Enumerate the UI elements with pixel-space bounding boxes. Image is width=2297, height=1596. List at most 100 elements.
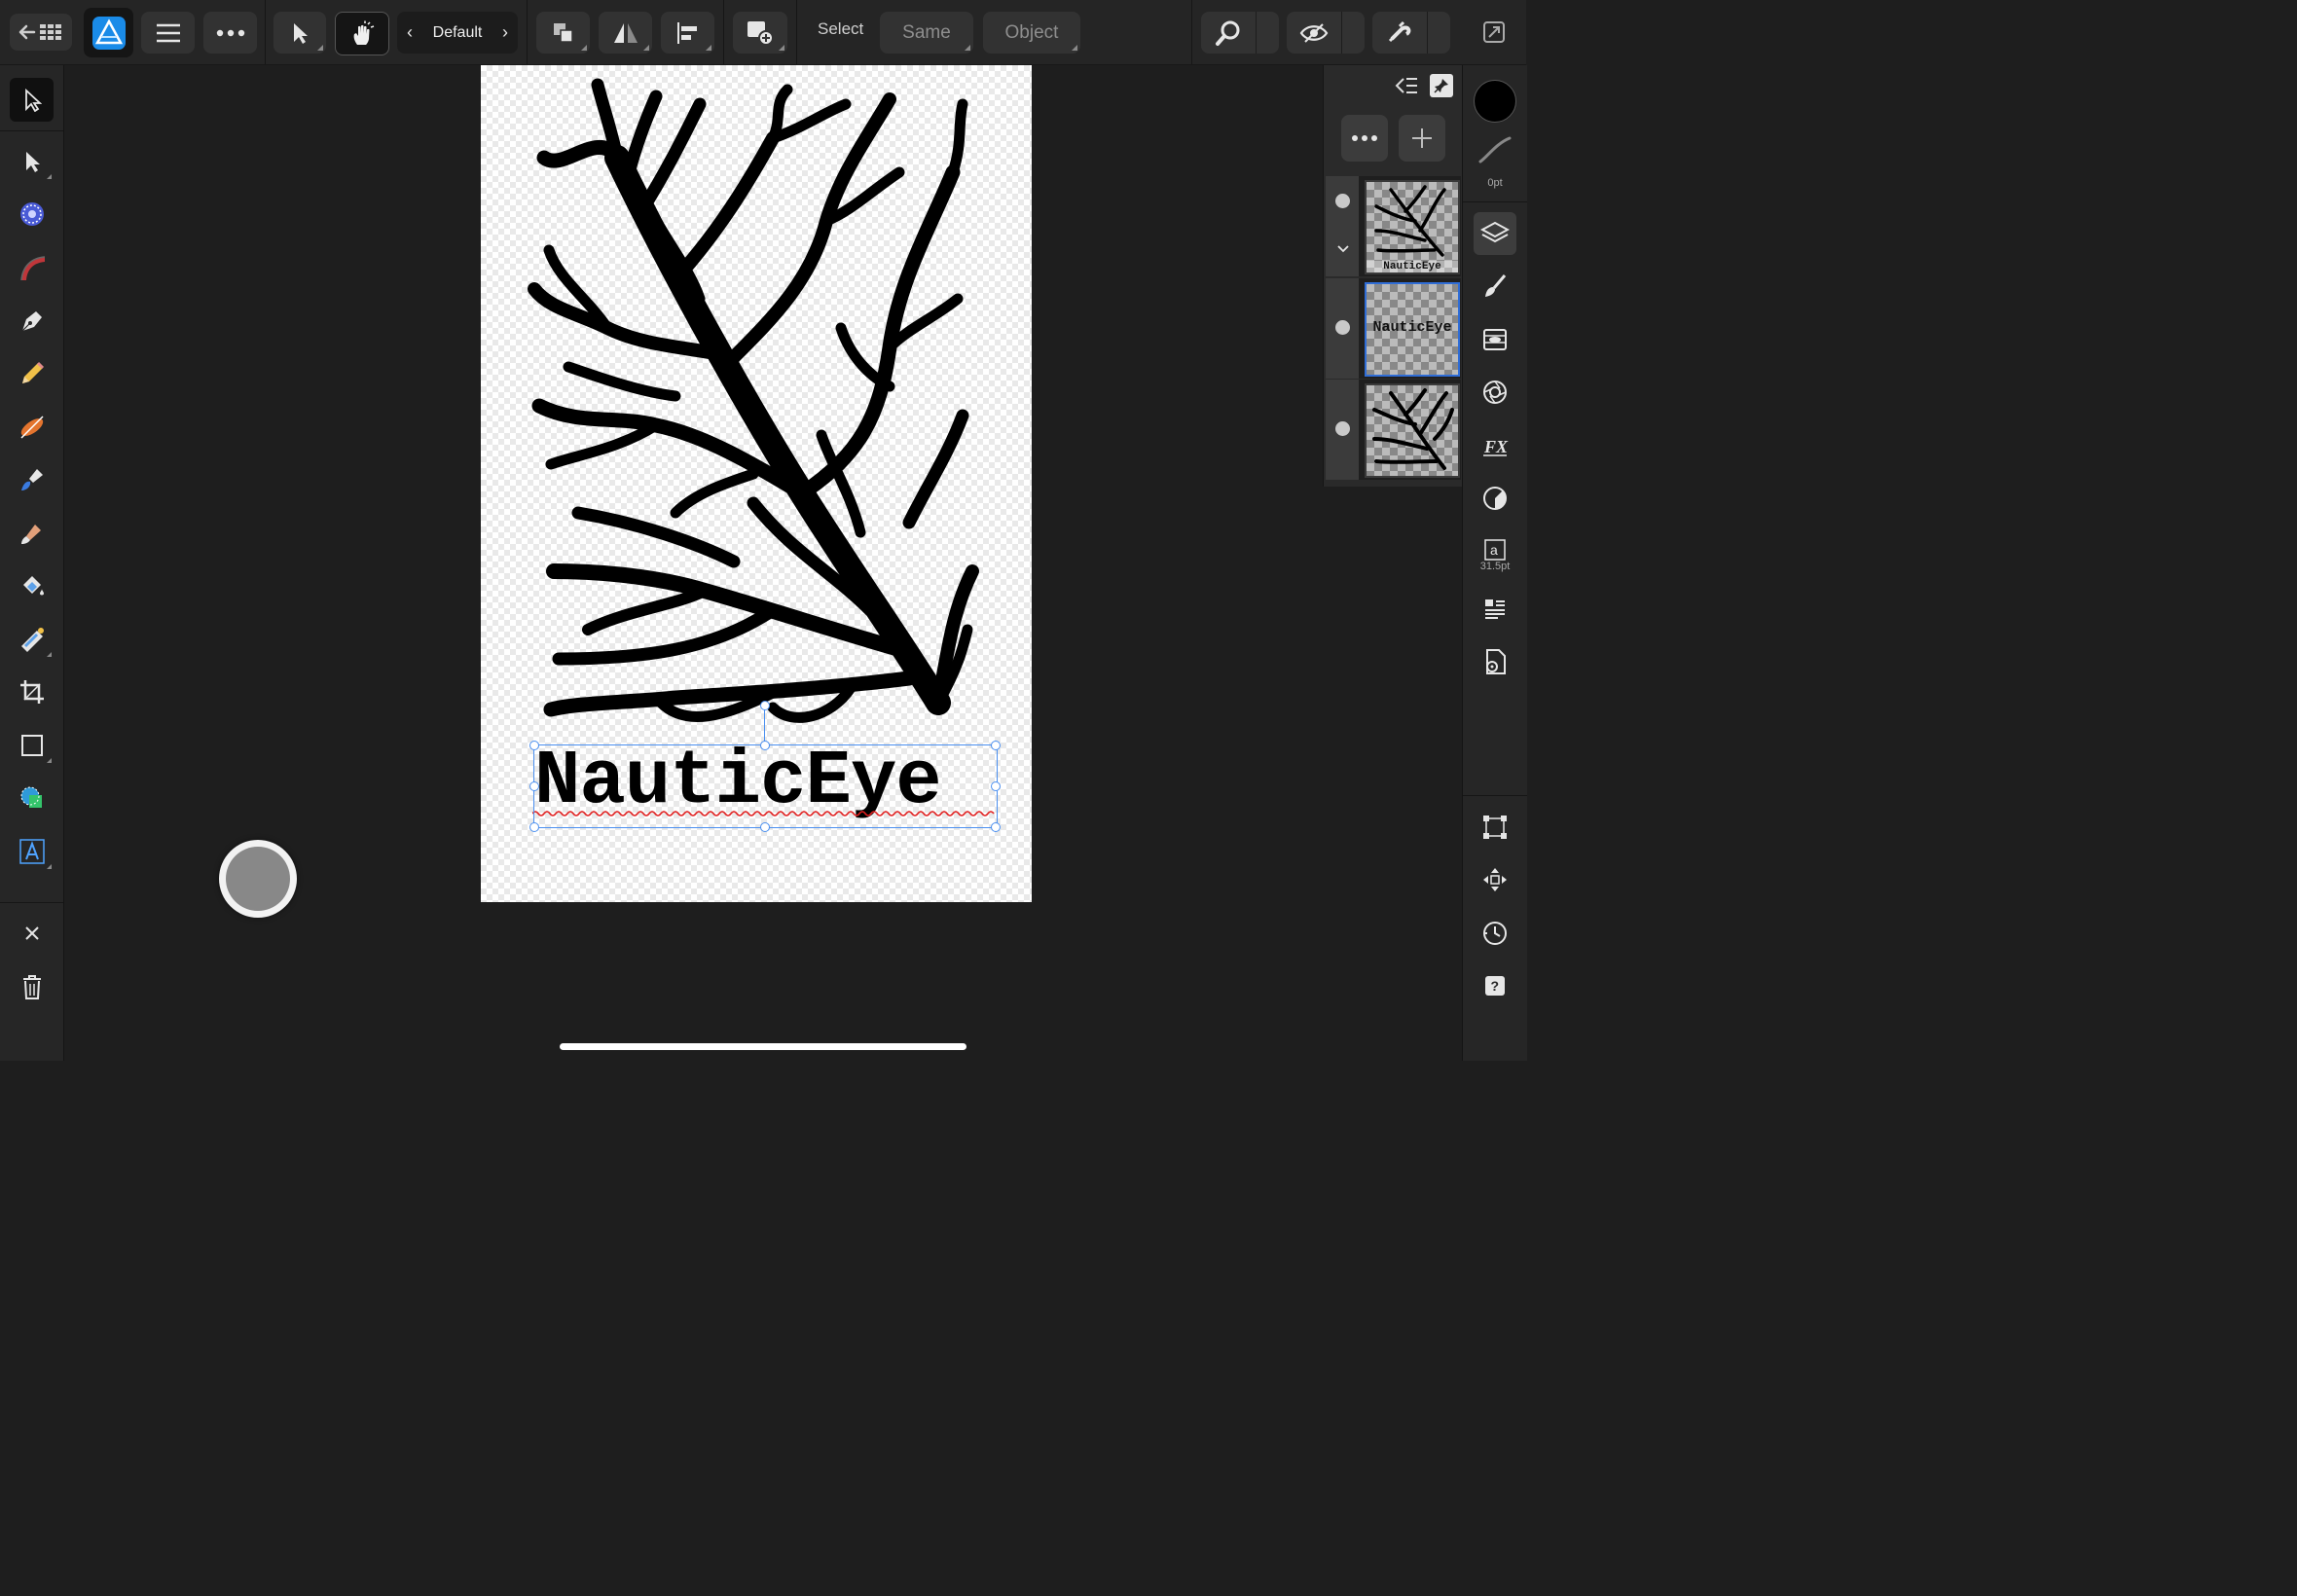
collapse-list-icon — [1395, 78, 1417, 93]
zoom-button[interactable] — [1201, 12, 1279, 54]
divider — [0, 902, 63, 903]
rotation-handle-stem — [764, 708, 765, 744]
visibility-dot-icon[interactable] — [1335, 194, 1350, 208]
shape-builder-icon — [20, 786, 42, 808]
visibility-dot-icon[interactable] — [1335, 320, 1350, 335]
effects-studio-button[interactable]: FX — [1474, 424, 1516, 467]
layer-row-group[interactable]: NauticEye — [1326, 176, 1461, 276]
rectangle-tool[interactable] — [10, 723, 54, 767]
home-indicator[interactable] — [560, 1043, 966, 1050]
layer-options-button[interactable] — [1341, 115, 1388, 162]
divider — [265, 0, 266, 64]
collapse-panel-button[interactable] — [1394, 75, 1419, 98]
document-settings-button[interactable] — [1474, 640, 1516, 683]
app-logo-button[interactable] — [84, 8, 133, 57]
expand-chevron-icon[interactable] — [1336, 244, 1350, 254]
layer-visibility-text[interactable] — [1326, 278, 1359, 379]
help-button[interactable]: ? — [1474, 964, 1516, 1007]
document-gear-icon — [1486, 649, 1506, 674]
shape-builder-tool[interactable] — [10, 776, 54, 819]
pixel-brush-tool[interactable] — [10, 511, 54, 555]
move-tool[interactable] — [10, 78, 54, 122]
crop-tool[interactable] — [10, 670, 54, 713]
resize-handle-left[interactable] — [529, 781, 539, 791]
insert-button[interactable] — [733, 12, 787, 54]
rotation-handle[interactable] — [760, 701, 770, 710]
select-same-button[interactable]: Same — [880, 12, 973, 54]
node-tool[interactable] — [10, 139, 54, 183]
layers-studio-button[interactable] — [1474, 212, 1516, 255]
pen-curve-tool[interactable] — [10, 245, 54, 289]
prev-persona-chevron-icon[interactable]: ‹ — [407, 22, 413, 43]
eye-icon — [1299, 22, 1329, 43]
divider — [796, 0, 797, 64]
view-mode-button[interactable] — [1287, 12, 1365, 54]
ellipsis-icon — [216, 29, 244, 36]
layer-visibility-coral[interactable] — [1326, 380, 1359, 480]
next-persona-chevron-icon[interactable]: › — [502, 22, 508, 43]
resize-handle-right[interactable] — [991, 781, 1001, 791]
transparency-studio-button[interactable] — [1474, 371, 1516, 414]
fullscreen-button[interactable] — [1479, 18, 1509, 47]
history-studio-button[interactable] — [1474, 912, 1516, 955]
divider — [723, 0, 724, 64]
plus-icon — [1412, 128, 1432, 148]
appearance-icon — [1483, 329, 1507, 350]
fx-icon: FX — [1483, 437, 1509, 456]
navigator-studio-button[interactable] — [1474, 858, 1516, 901]
touch-gesture-button[interactable] — [335, 12, 389, 55]
document-canvas[interactable]: NauticEye — [481, 65, 1032, 902]
cancel-button[interactable] — [10, 911, 54, 955]
modifier-inner-circle — [226, 847, 290, 911]
delete-button[interactable] — [10, 964, 54, 1008]
stroke-icon[interactable] — [1477, 135, 1513, 164]
appearance-studio-button[interactable] — [1474, 318, 1516, 361]
help-icon: ? — [1485, 976, 1505, 996]
paragraph-studio-button[interactable] — [1474, 588, 1516, 631]
vector-brush-tool[interactable] — [10, 405, 54, 449]
transparency-tool[interactable] — [10, 563, 54, 607]
back-to-gallery-button[interactable] — [10, 14, 72, 51]
flip-button[interactable] — [599, 12, 652, 54]
resize-handle-bottom-left[interactable] — [529, 822, 539, 832]
resize-handle-top[interactable] — [760, 741, 770, 750]
fill-tool[interactable] — [10, 457, 54, 501]
paragraph-icon — [1485, 599, 1505, 619]
fill-color-swatch[interactable] — [1474, 80, 1516, 123]
more-options-button[interactable] — [203, 12, 257, 54]
hamburger-icon — [156, 23, 180, 42]
resize-handle-top-right[interactable] — [991, 741, 1001, 750]
main-menu-button[interactable] — [141, 12, 195, 54]
trash-icon — [22, 974, 41, 999]
divider — [1191, 0, 1192, 64]
move-tool-button[interactable] — [273, 12, 326, 54]
arrange-button[interactable] — [536, 12, 590, 54]
visibility-dot-icon[interactable] — [1335, 421, 1350, 436]
pencil-tool[interactable] — [10, 351, 54, 395]
transform-box-icon — [1483, 816, 1507, 839]
hover-modifier-button[interactable] — [219, 840, 297, 918]
resize-handle-bottom-right[interactable] — [991, 822, 1001, 832]
persona-label: Default — [432, 23, 483, 41]
pen-tool[interactable] — [10, 299, 54, 343]
corner-tool[interactable] — [10, 192, 54, 236]
gradient-tool[interactable] — [10, 617, 54, 661]
resize-handle-top-left[interactable] — [529, 741, 539, 750]
text-tool[interactable] — [10, 829, 54, 873]
select-object-button[interactable]: Object — [983, 12, 1080, 54]
layer-row-coral[interactable] — [1326, 380, 1461, 480]
adjustments-studio-button[interactable] — [1474, 477, 1516, 520]
coral-thumbnail — [1374, 185, 1446, 257]
resize-handle-bottom[interactable] — [760, 822, 770, 832]
snapping-button[interactable] — [1372, 12, 1450, 54]
align-button[interactable] — [661, 12, 714, 54]
pin-panel-button[interactable] — [1430, 74, 1453, 97]
divider — [0, 130, 63, 131]
persona-selector[interactable]: ‹ Default › — [397, 12, 518, 54]
transform-studio-button[interactable] — [1474, 806, 1516, 849]
layer-row-text[interactable]: NauticEye — [1326, 278, 1461, 379]
layer-thumbnail-text: NauticEye — [1365, 282, 1460, 377]
brushes-studio-button[interactable] — [1474, 265, 1516, 308]
add-layer-button[interactable] — [1399, 115, 1445, 162]
layer-visibility-group[interactable] — [1326, 176, 1359, 276]
